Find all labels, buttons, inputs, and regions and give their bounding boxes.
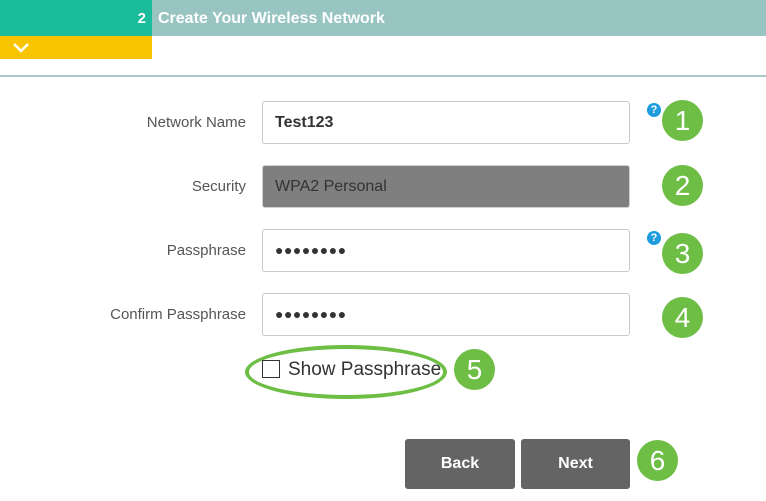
chevron-down-icon bbox=[13, 43, 29, 53]
annotation-badge-2: 2 bbox=[662, 165, 703, 206]
passphrase-label: Passphrase bbox=[166, 242, 246, 259]
confirm-passphrase-label: Confirm Passphrase bbox=[110, 306, 246, 323]
passphrase-input[interactable]: ●●●●●●●● bbox=[262, 229, 630, 272]
show-passphrase-label[interactable]: Show Passphrase bbox=[288, 359, 441, 381]
step-title: Create Your Wireless Network bbox=[152, 0, 766, 36]
annotation-badge-4: 4 bbox=[662, 297, 703, 338]
next-button[interactable]: Next bbox=[521, 439, 630, 489]
confirm-passphrase-input[interactable]: ●●●●●●●● bbox=[262, 293, 630, 336]
divider bbox=[0, 75, 766, 77]
collapse-toggle[interactable] bbox=[0, 36, 152, 59]
show-passphrase-checkbox[interactable] bbox=[262, 360, 280, 378]
annotation-badge-3: 3 bbox=[662, 233, 703, 274]
help-icon[interactable]: ? bbox=[647, 103, 661, 117]
help-icon[interactable]: ? bbox=[647, 231, 661, 245]
annotation-badge-5: 5 bbox=[454, 349, 495, 390]
annotation-badge-6: 6 bbox=[637, 440, 678, 481]
security-select[interactable]: WPA2 Personal bbox=[262, 165, 630, 208]
security-label: Security bbox=[191, 178, 246, 195]
back-button[interactable]: Back bbox=[405, 439, 515, 489]
step-number: 2 bbox=[0, 0, 152, 36]
network-name-label: Network Name bbox=[146, 114, 246, 131]
network-name-input[interactable]: Test123 bbox=[262, 101, 630, 144]
annotation-badge-1: 1 bbox=[662, 100, 703, 141]
